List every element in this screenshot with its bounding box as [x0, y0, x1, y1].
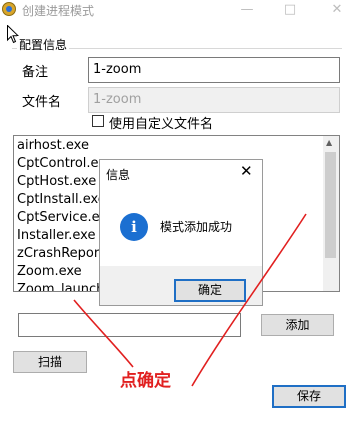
annotation-text: 点确定	[120, 371, 171, 391]
annotation-line-left	[73, 299, 134, 368]
annotation-line-right	[191, 213, 307, 387]
annotation-arrows	[73, 213, 307, 387]
